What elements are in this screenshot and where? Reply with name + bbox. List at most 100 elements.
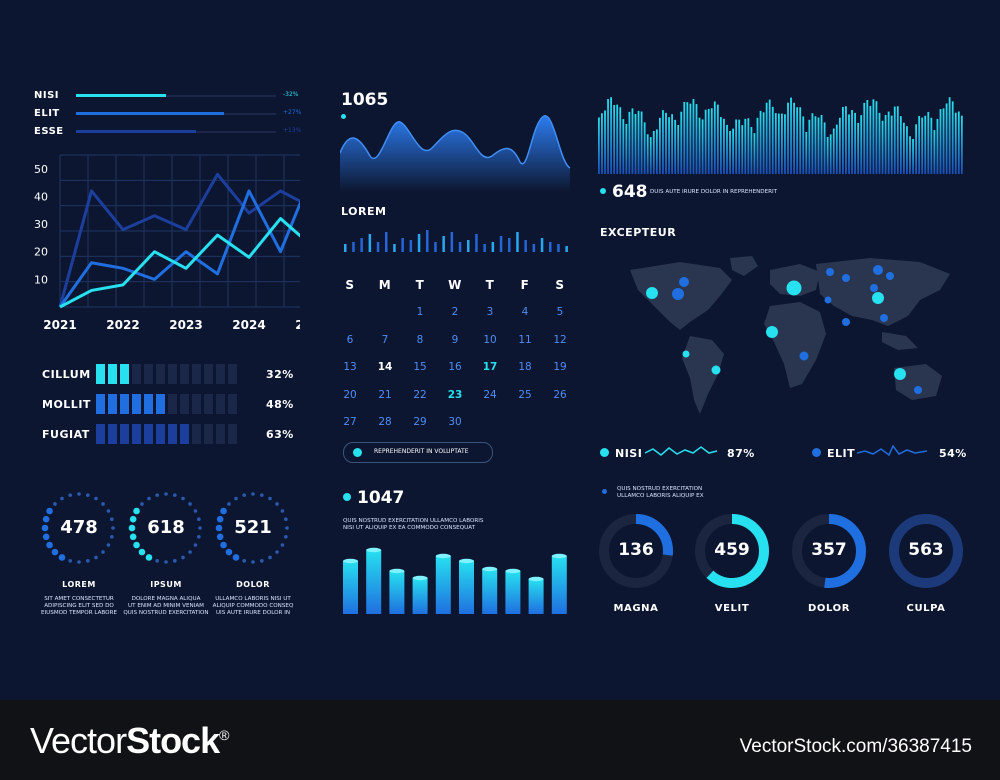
ring-dot xyxy=(155,493,160,497)
cylinder-bar xyxy=(343,561,358,614)
equalizer-bar xyxy=(939,109,942,174)
map-marker[interactable] xyxy=(679,277,689,287)
calendar-day-header: S xyxy=(555,278,565,292)
calendar-date[interactable]: 24 xyxy=(475,389,505,401)
equalizer-bar xyxy=(637,110,640,174)
legend-note-dot xyxy=(602,489,607,494)
calendar-date[interactable]: 10 xyxy=(475,334,505,346)
calendar-date[interactable]: 2 xyxy=(440,306,470,318)
map-marker[interactable] xyxy=(886,272,894,280)
donut-value: 136 xyxy=(618,540,654,560)
ring-dot xyxy=(259,559,264,563)
equalizer-bar xyxy=(756,117,759,174)
calendar-date[interactable]: 28 xyxy=(370,416,400,428)
calendar-date[interactable]: 22 xyxy=(405,389,435,401)
map-marker[interactable] xyxy=(872,292,884,304)
equalizer-bar xyxy=(613,105,616,174)
calendar-date[interactable]: 5 xyxy=(545,306,575,318)
ring-dot xyxy=(68,493,73,497)
calendar-date[interactable]: 18 xyxy=(510,361,540,373)
calendar-date[interactable]: 13 xyxy=(335,361,365,373)
progress-pct: +13% xyxy=(283,127,302,134)
map-marker[interactable] xyxy=(824,296,832,304)
map-marker[interactable] xyxy=(711,365,721,375)
ring-dot xyxy=(198,526,202,530)
mini-bar xyxy=(426,230,429,252)
segment xyxy=(132,424,141,444)
map-marker[interactable] xyxy=(766,326,778,338)
segment xyxy=(204,394,213,414)
equalizer-bar xyxy=(915,124,917,174)
calendar-date[interactable]: 12 xyxy=(545,334,575,346)
calendar-date[interactable]: 19 xyxy=(545,361,575,373)
map-marker[interactable] xyxy=(786,280,802,296)
map-marker[interactable] xyxy=(914,386,922,394)
calendar-date[interactable]: 16 xyxy=(440,361,470,373)
ring-dot xyxy=(58,554,66,561)
equalizer-bar xyxy=(860,115,863,174)
calendar-date[interactable]: 23 xyxy=(440,389,470,401)
calendar-date[interactable]: 3 xyxy=(475,306,505,318)
map-marker[interactable] xyxy=(870,284,878,292)
donut-label: VELIT xyxy=(714,603,750,614)
map-marker[interactable] xyxy=(880,314,888,322)
calendar-date[interactable]: 11 xyxy=(510,334,540,346)
calendar-day-header: M xyxy=(378,278,392,292)
world-map xyxy=(630,256,950,414)
equalizer-bar xyxy=(954,112,957,174)
calendar-date[interactable]: 14 xyxy=(370,361,400,373)
ring-dot xyxy=(181,496,185,501)
pill-dot xyxy=(353,448,362,457)
equalizer-bar xyxy=(793,102,795,174)
segment-row-label: MOLLIT xyxy=(42,398,91,411)
map-marker[interactable] xyxy=(894,368,906,380)
calendar-date[interactable]: 26 xyxy=(545,389,575,401)
segment xyxy=(120,394,129,414)
equalizer-bar xyxy=(829,134,832,174)
calendar-date[interactable]: 1 xyxy=(405,306,435,318)
calendar-date[interactable]: 25 xyxy=(510,389,540,401)
ring-dot xyxy=(128,524,136,532)
equalizer-bar xyxy=(625,123,628,174)
calendar-date[interactable]: 7 xyxy=(370,334,400,346)
segment xyxy=(156,394,165,414)
map-marker[interactable] xyxy=(682,350,690,358)
calendar-date[interactable]: 8 xyxy=(405,334,435,346)
equalizer-dot xyxy=(600,188,606,194)
segment xyxy=(108,424,117,444)
y-tick-label: 50 xyxy=(34,163,48,176)
calendar-date[interactable]: 4 xyxy=(510,306,540,318)
reprehenderit-pill[interactable]: REPREHENDERIT IN VOLUPTATE xyxy=(343,442,493,463)
equalizer-bar xyxy=(817,117,820,174)
calendar-date[interactable]: 17 xyxy=(475,361,505,373)
calendar-date[interactable]: 29 xyxy=(405,416,435,428)
calendar-date[interactable]: 15 xyxy=(405,361,435,373)
map-marker[interactable] xyxy=(842,274,850,282)
x-tick-label: 2024 xyxy=(232,318,265,332)
calendar-date[interactable]: 9 xyxy=(440,334,470,346)
equalizer-bar xyxy=(842,106,844,174)
cylinder-top xyxy=(412,575,428,581)
map-south-america xyxy=(682,336,724,414)
equalizer-bar xyxy=(665,112,667,174)
mini-bar xyxy=(475,234,478,252)
map-marker[interactable] xyxy=(799,351,809,361)
calendar-date[interactable]: 30 xyxy=(440,416,470,428)
map-marker[interactable] xyxy=(672,288,684,300)
segment xyxy=(204,364,213,384)
map-marker[interactable] xyxy=(646,287,658,299)
footer-logo: VectorStock® xyxy=(30,720,229,762)
footer-brand-a: Vector xyxy=(30,720,127,761)
donut-value: 563 xyxy=(908,540,944,560)
map-marker[interactable] xyxy=(826,268,834,276)
calendar-date[interactable]: 20 xyxy=(335,389,365,401)
map-marker[interactable] xyxy=(873,265,883,275)
map-marker[interactable] xyxy=(842,318,850,326)
cylinder-top xyxy=(459,558,474,564)
equalizer-bar xyxy=(652,130,655,174)
calendar-date[interactable]: 27 xyxy=(335,416,365,428)
equalizer-bar xyxy=(628,111,631,174)
equalizer-bar xyxy=(906,126,908,174)
calendar-date[interactable]: 6 xyxy=(335,334,365,346)
calendar-date[interactable]: 21 xyxy=(370,389,400,401)
